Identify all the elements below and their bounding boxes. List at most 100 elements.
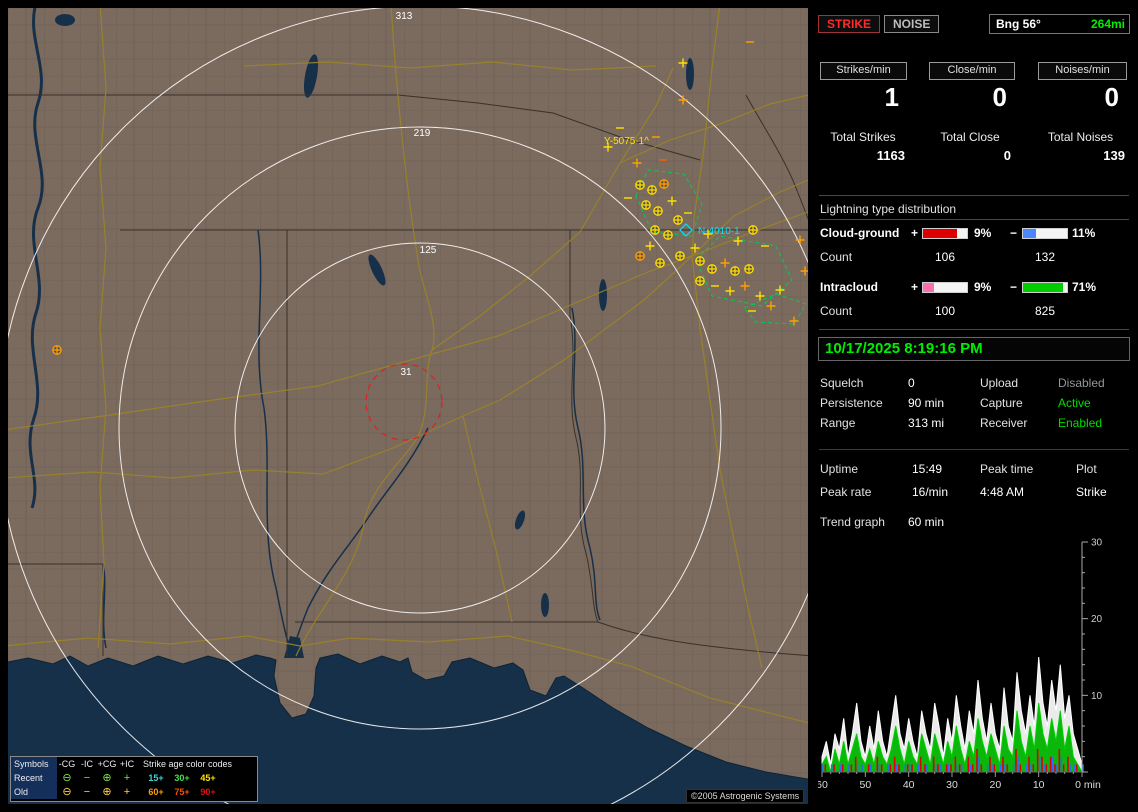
range-label: Range (820, 416, 855, 430)
divider (819, 449, 1129, 450)
legend-col-pos-cg: +CG (97, 758, 117, 771)
circle-minus-icon: ⊖ (57, 772, 77, 785)
copyright-notice: ©2005 Astrogenic Systems (686, 789, 804, 803)
cg-minus-bar-fill (1023, 229, 1036, 238)
x-tick-label: 10 (1033, 779, 1045, 791)
capture-label: Capture (980, 396, 1023, 410)
receiver-status: Enabled (1058, 416, 1102, 430)
persistence-value: 90 min (908, 396, 944, 410)
bearing-box: Bng 56° 264mi (989, 14, 1130, 34)
map-legend: Symbols -CG -IC +CG +IC Strike age color… (10, 756, 258, 802)
plus-sign: + (911, 280, 918, 294)
bearing-distance: 264mi (1091, 17, 1125, 31)
ic-minus-bar (1022, 282, 1068, 293)
x-tick-label: 60 (818, 779, 828, 791)
total-close-value: 0 (925, 148, 1015, 163)
distribution-title: Lightning type distribution (820, 202, 956, 216)
close-per-min-value: 0 (929, 82, 1015, 113)
peak-time-value: 4:48 AM (980, 485, 1024, 499)
peak-time-label: Peak time (980, 462, 1033, 476)
total-noises-label: Total Noises (1032, 130, 1129, 144)
age-60: 60+ (143, 787, 169, 797)
cg-plus-bar (922, 228, 968, 239)
legend-age-header: Strike age color codes (143, 759, 232, 769)
x-tick-label: 40 (903, 779, 915, 791)
x-tick-label: 30 (946, 779, 958, 791)
datetime-display: 10/17/2025 8:19:16 PM (818, 337, 1130, 361)
plot-value: Strike (1076, 485, 1107, 499)
cloud-ground-label: Cloud-ground (820, 226, 899, 240)
trend-chart: 1020306050403020100 min (818, 534, 1134, 798)
total-strikes-value: 1163 (817, 148, 909, 163)
age-45: 45+ (195, 773, 221, 783)
count-label: Count (820, 304, 852, 318)
squelch-label: Squelch (820, 376, 863, 390)
legend-symbols-label: Symbols (11, 757, 57, 771)
upload-status: Disabled (1058, 376, 1105, 390)
upload-label: Upload (980, 376, 1018, 390)
peak-rate-label: Peak rate (820, 485, 871, 499)
legend-col-pos-ic: +IC (117, 758, 137, 771)
range-value: 313 mi (908, 416, 944, 430)
x-tick-label: 0 min (1075, 779, 1101, 791)
ic-minus-pct: 71% (1072, 280, 1096, 294)
divider (819, 219, 1129, 220)
strike-mode-button[interactable]: STRIKE (818, 15, 880, 33)
ic-minus-count: 825 (1022, 304, 1068, 318)
total-noises-value: 139 (1032, 148, 1129, 163)
minus-sign: − (1010, 226, 1017, 240)
age-15: 15+ (143, 773, 169, 783)
cg-plus-bar-fill (923, 229, 957, 238)
divider (819, 195, 1129, 196)
total-close-label: Total Close (925, 130, 1015, 144)
trend-graph-window: 60 min (908, 515, 944, 529)
squelch-value: 0 (908, 376, 915, 390)
receiver-label: Receiver (980, 416, 1027, 430)
ic-minus-bar-fill (1023, 283, 1063, 292)
age-30: 30+ (169, 773, 195, 783)
cg-plus-pct: 9% (974, 226, 991, 240)
ic-plus-bar-fill (923, 283, 934, 292)
close-per-min-box: Close/min (929, 62, 1015, 80)
legend-old-label: Old (11, 785, 57, 799)
legend-col-neg-ic: -IC (77, 758, 97, 771)
lightning-map[interactable]: 31321912531Y-5075-1^N-4010-1 Symbols -CG… (8, 8, 808, 804)
minus-icon: − (77, 786, 97, 799)
intracloud-label: Intracloud (820, 280, 878, 294)
divider (819, 329, 1129, 330)
map-base (8, 8, 808, 804)
cg-plus-count: 106 (922, 250, 968, 264)
age-75: 75+ (169, 787, 195, 797)
y-tick-label: 20 (1091, 614, 1103, 625)
age-90: 90+ (195, 787, 221, 797)
circle-plus-icon: ⊕ (97, 772, 117, 785)
uptime-label: Uptime (820, 462, 858, 476)
cg-minus-bar (1022, 228, 1068, 239)
strikes-per-min-box: Strikes/min (820, 62, 907, 80)
peak-rate-value: 16/min (912, 485, 948, 499)
ic-plus-pct: 9% (974, 280, 991, 294)
circle-plus-icon: ⊕ (97, 786, 117, 799)
count-label: Count (820, 250, 852, 264)
legend-recent-label: Recent (11, 771, 57, 785)
persistence-label: Persistence (820, 396, 883, 410)
total-strikes-label: Total Strikes (817, 130, 909, 144)
noises-per-min-box: Noises/min (1038, 62, 1127, 80)
nexstorm-app: 31321912531Y-5075-1^N-4010-1 Symbols -CG… (0, 0, 1138, 812)
capture-status: Active (1058, 396, 1091, 410)
circle-minus-icon: ⊖ (57, 786, 77, 799)
y-tick-label: 10 (1091, 691, 1103, 702)
plus-icon: + (117, 786, 137, 799)
plus-icon: + (117, 772, 137, 785)
minus-sign: − (1010, 280, 1017, 294)
x-tick-label: 50 (859, 779, 871, 791)
y-tick-label: 30 (1091, 538, 1103, 549)
minus-icon: − (77, 772, 97, 785)
trend-graph-label: Trend graph (820, 515, 885, 529)
noise-mode-button[interactable]: NOISE (884, 15, 939, 33)
strikes-per-min-value: 1 (820, 82, 907, 113)
cg-minus-pct: 11% (1072, 226, 1095, 240)
noises-per-min-value: 0 (1038, 82, 1127, 113)
plot-label: Plot (1076, 462, 1097, 476)
plus-sign: + (911, 226, 918, 240)
